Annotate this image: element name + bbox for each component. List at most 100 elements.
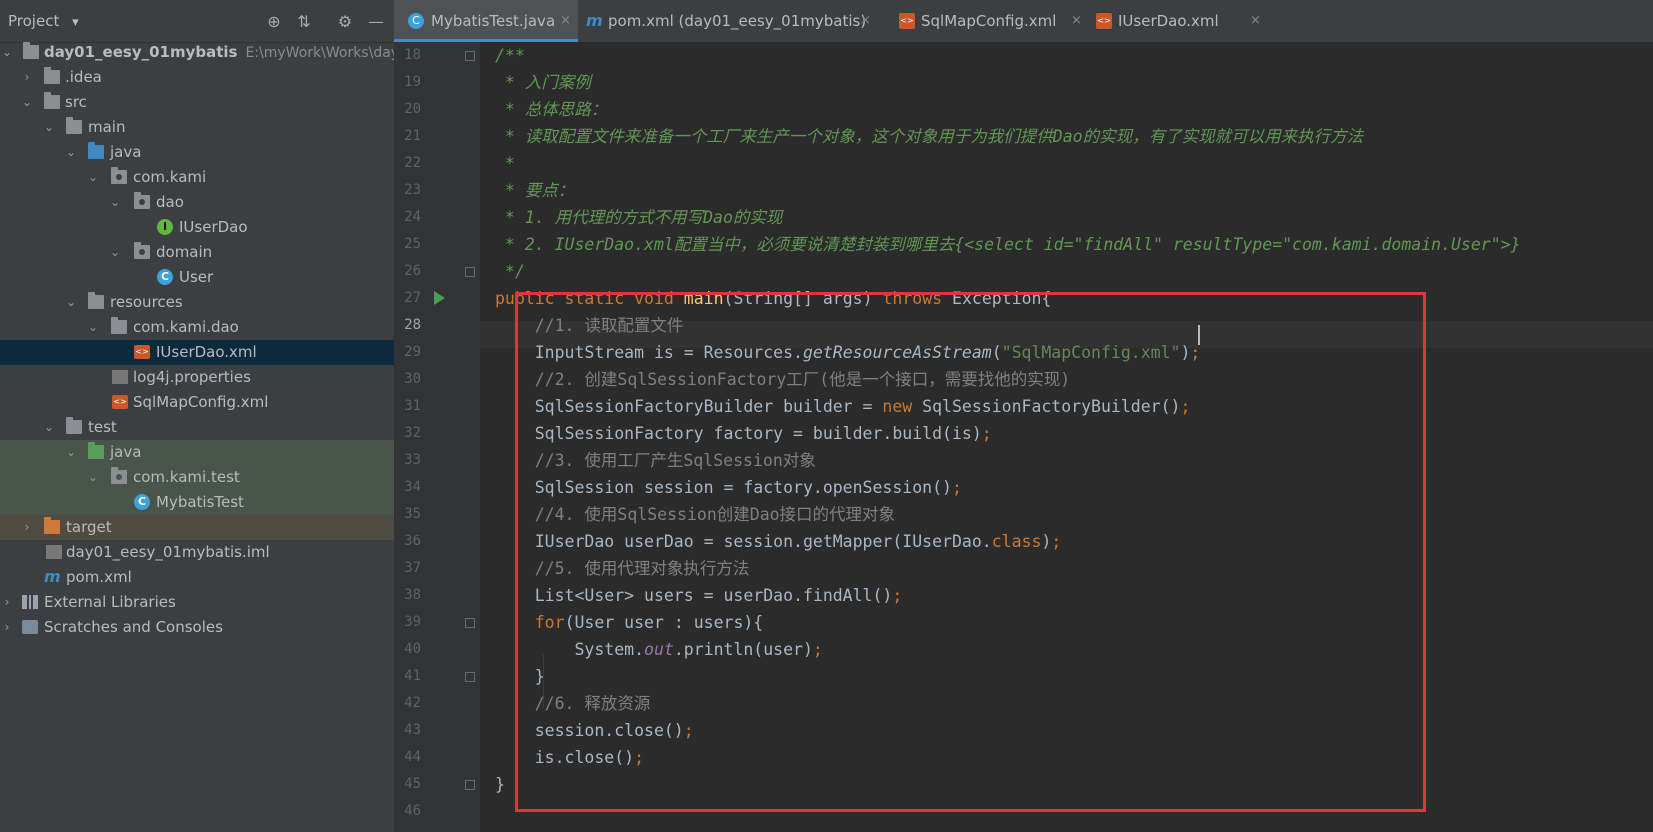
close-icon[interactable]: ×	[1250, 0, 1261, 42]
tree-item-label: .idea	[65, 68, 102, 86]
code-editor[interactable]: /** * 入门案例 * 总体思路： * 读取配置文件来准备一个工厂来生产一个对…	[480, 42, 1653, 832]
close-icon[interactable]: ×	[860, 0, 871, 42]
collapse-arrow-icon[interactable]: ⌄	[0, 40, 14, 65]
tree-item-sqlmapconfig-xml[interactable]: <> SqlMapConfig.xml	[0, 390, 394, 415]
collapse-arrow-icon[interactable]: ⌄	[20, 90, 34, 115]
code-line: SqlSessionFactory factory = builder.buil…	[495, 420, 992, 447]
code-token: //2. 创建SqlSessionFactory工厂(他是一个接口，需要找他的实…	[534, 370, 1071, 389]
tree-item-label: com.kami	[133, 168, 207, 186]
code-line: * 2. IUserDao.xml配置当中，必须要说清楚封装到哪里去{<sele…	[495, 231, 1521, 258]
tree-item-label: Scratches and Consoles	[44, 618, 223, 636]
run-icon[interactable]	[434, 291, 445, 305]
collapse-arrow-icon[interactable]: ⌄	[86, 315, 100, 340]
collapse-arrow-icon[interactable]: ⌄	[64, 140, 78, 165]
tree-item-src[interactable]: ⌄ src	[0, 90, 394, 115]
tab-mybatistest-java[interactable]: C MybatisTest.java ×	[394, 0, 578, 42]
project-path: E:\myWork\Works\day0	[245, 45, 394, 61]
code-token: * 1. 用代理的方式不用写Dao的实现	[495, 208, 783, 227]
code-line: //6. 释放资源	[495, 690, 651, 717]
code-token: ;	[634, 748, 645, 767]
collapse-arrow-icon[interactable]: ⌄	[42, 115, 56, 140]
tree-item-test-java[interactable]: ⌄ java	[0, 440, 394, 465]
line-number: 25	[404, 236, 421, 252]
tree-item-test[interactable]: ⌄ test	[0, 415, 394, 440]
code-line: /**	[495, 42, 525, 69]
tree-item-log4j-properties[interactable]: log4j.properties	[0, 365, 394, 390]
collapse-arrow-icon[interactable]: ⌄	[108, 240, 122, 265]
tree-item-mybatistest[interactable]: C MybatisTest	[0, 490, 394, 515]
hide-panel-icon[interactable]: —	[366, 12, 386, 32]
code-token: public	[495, 289, 555, 308]
line-number: 45	[404, 776, 421, 792]
tree-item-domain[interactable]: ⌄ domain	[0, 240, 394, 265]
code-token: * 2. IUserDao.xml配置当中，必须要说清楚封装到哪里去{<sele…	[495, 235, 1521, 254]
tree-item-label: SqlMapConfig.xml	[133, 393, 269, 411]
expand-arrow-icon[interactable]: ›	[0, 615, 14, 640]
tree-item-dao[interactable]: ⌄ dao	[0, 190, 394, 215]
expand-arrow-icon[interactable]: ›	[20, 515, 34, 540]
line-number: 18	[404, 47, 421, 63]
code-line: //2. 创建SqlSessionFactory工厂(他是一个接口，需要找他的实…	[495, 366, 1070, 393]
settings-gear-icon[interactable]: ⚙	[335, 12, 355, 32]
expand-arrow-icon[interactable]: ›	[20, 65, 34, 90]
tree-item-label: src	[65, 93, 87, 111]
tree-item-iuserdao-xml[interactable]: <> IUserDao.xml	[0, 340, 394, 365]
line-number: 24	[404, 209, 421, 225]
fold-end-icon[interactable]	[465, 780, 475, 790]
tab-label: pom.xml (day01_eesy_01mybatis)	[608, 12, 867, 30]
tab-pom-xml[interactable]: m pom.xml (day01_eesy_01mybatis) ×	[586, 0, 876, 42]
tree-item-java[interactable]: ⌄ java	[0, 140, 394, 165]
code-token: SqlSession session = factory.openSession…	[495, 478, 952, 497]
expand-arrow-icon[interactable]: ›	[0, 590, 14, 615]
collapse-all-icon[interactable]: ⇅	[294, 12, 314, 32]
tab-sqlmapconfig-xml[interactable]: <> SqlMapConfig.xml ×	[899, 0, 1089, 42]
fold-end-icon[interactable]	[465, 267, 475, 277]
tree-item-user[interactable]: C User	[0, 265, 394, 290]
close-icon[interactable]: ×	[1071, 0, 1082, 42]
collapse-arrow-icon[interactable]: ⌄	[86, 165, 100, 190]
fold-start-icon[interactable]	[465, 618, 475, 628]
tab-iuserdao-xml[interactable]: <> IUserDao.xml ×	[1096, 0, 1266, 42]
code-line: * 要点：	[495, 177, 574, 204]
tree-item-com-kami-dao[interactable]: ⌄ com.kami.dao	[0, 315, 394, 340]
code-token: System.	[495, 640, 645, 659]
project-view-selector[interactable]: Project ▾	[8, 0, 79, 42]
line-number: 42	[404, 695, 421, 711]
tree-item-project-root[interactable]: ⌄ day01_eesy_01mybatis E:\myWork\Works\da…	[0, 40, 394, 65]
tree-item-com-kami-test[interactable]: ⌄ com.kami.test	[0, 465, 394, 490]
code-token: }	[495, 667, 545, 686]
close-icon[interactable]: ×	[560, 0, 571, 42]
tree-item-main[interactable]: ⌄ main	[0, 115, 394, 140]
tree-item-scratches[interactable]: › Scratches and Consoles	[0, 615, 394, 640]
line-number: 38	[404, 587, 421, 603]
collapse-arrow-icon[interactable]: ⌄	[86, 465, 100, 490]
collapse-arrow-icon[interactable]: ⌄	[108, 190, 122, 215]
fold-end-icon[interactable]	[465, 672, 475, 682]
code-line: InputStream is = Resources.getResourceAs…	[495, 339, 1201, 366]
fold-start-icon[interactable]	[465, 51, 475, 61]
tree-item-resources[interactable]: ⌄ resources	[0, 290, 394, 315]
tree-item-idea[interactable]: › .idea	[0, 65, 394, 90]
code-line: SqlSession session = factory.openSession…	[495, 474, 962, 501]
collapse-arrow-icon[interactable]: ⌄	[42, 415, 56, 440]
tree-item-iuserdao[interactable]: I IUserDao	[0, 215, 394, 240]
tree-item-label: dao	[156, 193, 184, 211]
collapse-arrow-icon[interactable]: ⌄	[64, 290, 78, 315]
tree-item-label: day01_eesy_01mybatis	[44, 43, 238, 61]
tree-item-external-libraries[interactable]: › External Libraries	[0, 590, 394, 615]
locate-icon[interactable]: ⊕	[264, 12, 284, 32]
tree-item-label: main	[88, 118, 126, 136]
tree-item-target[interactable]: › target	[0, 515, 394, 540]
tree-item-pom-xml[interactable]: m pom.xml	[0, 565, 394, 590]
collapse-arrow-icon[interactable]: ⌄	[64, 440, 78, 465]
code-token: //1. 读取配置文件	[534, 316, 684, 335]
code-token: class	[991, 532, 1042, 551]
tree-item-com-kami[interactable]: ⌄ com.kami	[0, 165, 394, 190]
code-token: ;	[1190, 343, 1201, 362]
code-line: SqlSessionFactoryBuilder builder = new S…	[495, 393, 1191, 420]
tree-item-iml[interactable]: day01_eesy_01mybatis.iml	[0, 540, 394, 565]
